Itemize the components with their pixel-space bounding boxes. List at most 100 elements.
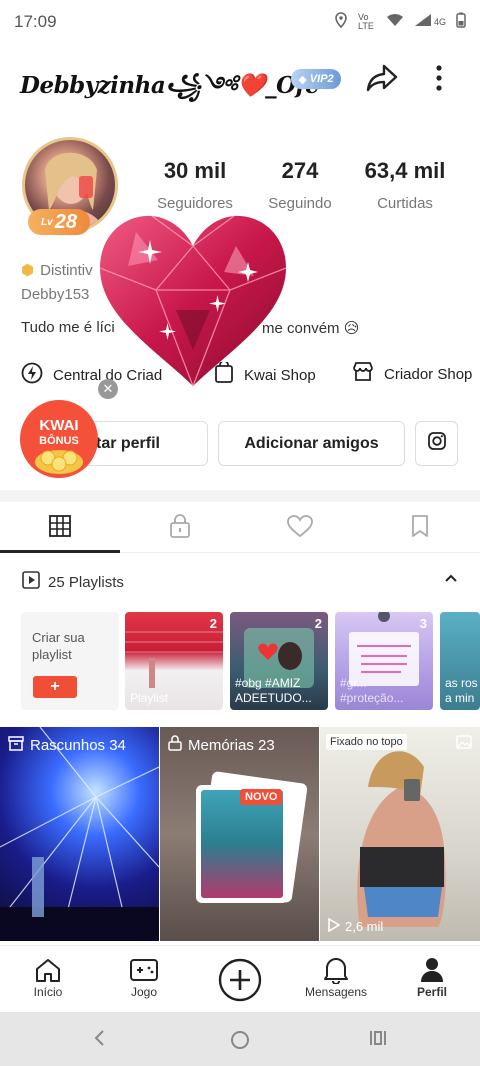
location-icon [334, 12, 348, 31]
status-time: 17:09 [14, 12, 57, 31]
plus-circle-icon [200, 957, 280, 1003]
kwai-bonus-widget[interactable]: KWAI BÔNUS [18, 398, 100, 480]
playlists-header[interactable]: 25 Playlists [22, 571, 124, 593]
new-badge: NOVO [240, 789, 283, 805]
nav-game[interactable]: Jogo [104, 955, 184, 999]
nav-label: Início [33, 985, 63, 999]
bookmark-icon [410, 514, 430, 543]
stat-followers[interactable]: 30 mil Seguidores [140, 158, 250, 212]
playlist-caption: Playlist [130, 691, 169, 705]
wifi-icon [386, 13, 404, 30]
playlist-card[interactable]: 2 #obg #AMIZ ADEETUDO... [230, 612, 328, 710]
bonus-title: KWAI [39, 417, 79, 434]
tab-videos[interactable] [0, 503, 120, 553]
lightning-icon [21, 362, 43, 388]
create-playlist-line1: Criar sua [32, 630, 85, 645]
playlist-caption: #obg #AMIZ ADEETUDO... [235, 676, 312, 705]
profile-name: Debbyzinha꧁༺❤️_Ofc [20, 72, 319, 99]
memories-label: Memórias 23 [168, 735, 275, 755]
play-icon [328, 917, 341, 935]
memories-text: Memórias 23 [188, 736, 275, 754]
drafts-label: Rascunhos 34 [8, 735, 126, 755]
view-count: 2,6 mil [328, 917, 384, 935]
archive-icon [8, 735, 24, 755]
section-separator [0, 490, 480, 502]
shop-label: Criador Shop [384, 365, 473, 383]
vip-label: VIP2 [309, 73, 334, 85]
vip-badge[interactable]: ◆ VIP2 [291, 69, 341, 89]
instagram-icon [427, 431, 447, 456]
net-label: 4G [433, 16, 446, 27]
nav-label: Jogo [130, 985, 158, 999]
tab-liked[interactable] [240, 503, 360, 553]
stat-label: Curtidas [377, 195, 433, 212]
level-value: 28 [54, 210, 77, 233]
diamond-icon: ◆ [298, 73, 307, 86]
instagram-button[interactable] [415, 421, 458, 466]
status-icons: Vo LTE 4G [334, 12, 466, 31]
lock-icon [168, 513, 192, 544]
tab-private[interactable] [120, 503, 240, 553]
playlist-icon [22, 571, 40, 593]
back-icon[interactable] [92, 1029, 106, 1053]
playlist-card[interactable]: 3 #gr... #proteção... [335, 612, 433, 710]
share-icon[interactable] [365, 62, 399, 97]
stat-value: 63,4 mil [364, 158, 446, 183]
playlists-count: 25 Playlists [48, 573, 124, 591]
memories-card[interactable]: NOVO Memórias 23 [160, 727, 319, 941]
close-bonus-button[interactable]: ✕ [98, 379, 118, 399]
stat-likes[interactable]: 63,4 mil Curtidas [350, 158, 460, 212]
battery-icon [456, 12, 466, 31]
kwai-id: Debby153 [21, 286, 90, 303]
drafts-card[interactable]: Rascunhos 34 [0, 727, 159, 941]
nav-label: Mensagens [304, 985, 368, 999]
badge-label: Distintiv [40, 261, 93, 279]
chevron-up-icon[interactable] [444, 570, 458, 586]
recents-icon[interactable] [369, 1029, 387, 1053]
drafts-text: Rascunhos 34 [30, 736, 126, 754]
grid-icon [48, 514, 72, 543]
gamepad-icon [104, 955, 184, 985]
nav-profile[interactable]: Perfil [392, 955, 472, 999]
views-text: 2,6 mil [345, 919, 384, 934]
stat-following[interactable]: 274 Seguindo [245, 158, 355, 212]
home-circle-icon[interactable] [230, 1030, 250, 1056]
distinction-badge[interactable]: ⬢ Distintiv [21, 261, 93, 280]
person-icon [392, 955, 472, 985]
create-playlist-card[interactable]: Criar sua playlist + [21, 612, 119, 710]
playlist-card[interactable]: as ros a min [440, 612, 480, 710]
nav-home[interactable]: Início [8, 955, 88, 999]
creator-shop-link[interactable]: Criador Shop [352, 362, 472, 386]
lock-icon [168, 735, 182, 755]
more-options-icon[interactable] [434, 64, 444, 97]
bell-icon [296, 955, 376, 985]
add-friends-button[interactable]: Adicionar amigos [218, 421, 405, 466]
store-icon [352, 362, 374, 386]
playlist-count: 2 [209, 616, 217, 631]
playlist-caption: as ros a min [445, 676, 478, 705]
playlist-count: 2 [314, 616, 322, 631]
nav-label: Perfil [416, 985, 447, 999]
playlist-caption: #gr... #proteção... [340, 676, 404, 705]
plus-icon: + [33, 676, 77, 698]
heart-icon [286, 514, 314, 543]
nav-messages[interactable]: Mensagens [296, 955, 376, 999]
playlist-card[interactable]: 2 Playlist [125, 612, 223, 710]
nav-create[interactable] [200, 957, 280, 1003]
playlist-count: 3 [419, 616, 427, 631]
carrier-label: Vo LTE [357, 11, 374, 31]
create-playlist-line2: playlist [32, 647, 72, 662]
level-badge: Lv 28 [28, 209, 90, 235]
close-icon: ✕ [102, 381, 114, 396]
pinned-video-card[interactable]: Fixado no topo 2,6 mil [320, 727, 480, 941]
hexagon-icon: ⬢ [21, 262, 35, 279]
tab-saved[interactable] [360, 503, 480, 553]
heart-sticker [96, 210, 290, 390]
signal-icon [414, 13, 432, 30]
home-icon [8, 955, 88, 985]
pinned-badge: Fixado no topo [326, 734, 407, 750]
active-tab-indicator [0, 550, 120, 553]
stat-value: 30 mil [163, 158, 227, 183]
image-icon [456, 735, 472, 754]
bonus-subtitle: BÔNUS [39, 435, 79, 447]
